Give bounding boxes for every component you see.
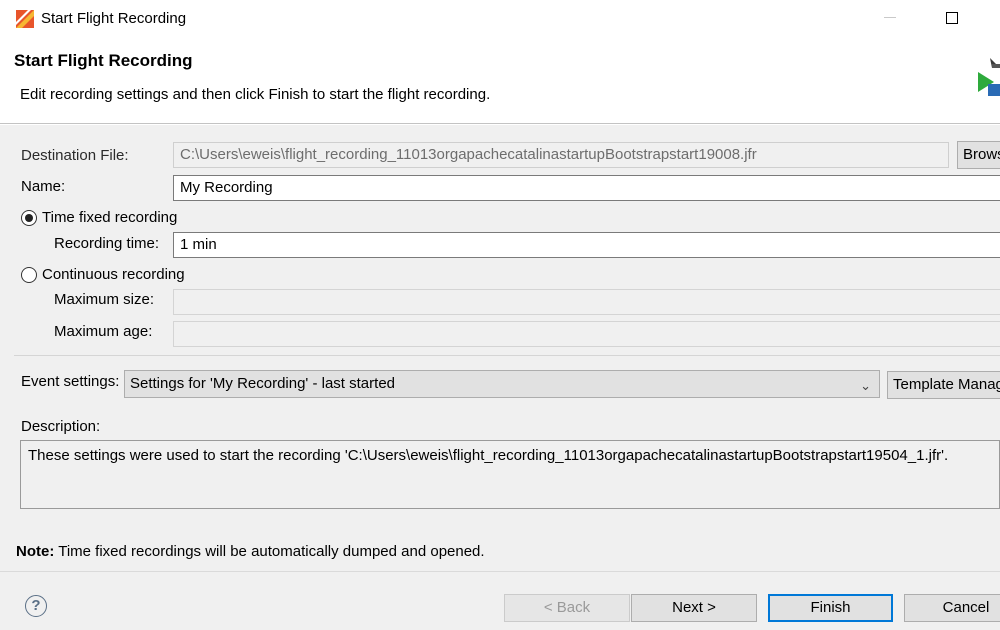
time-fixed-radio[interactable] bbox=[21, 210, 37, 226]
cancel-button[interactable]: Cancel bbox=[904, 594, 1000, 622]
chevron-down-icon: ⌄ bbox=[860, 378, 871, 393]
radio-selected-dot bbox=[25, 214, 33, 222]
event-settings-combo[interactable]: Settings for 'My Recording' - last start… bbox=[124, 370, 880, 398]
back-button[interactable]: < Back bbox=[504, 594, 630, 622]
destination-file-label: Destination File: bbox=[21, 147, 129, 164]
title-bar: Start Flight Recording bbox=[0, 0, 1000, 38]
help-icon[interactable]: ? bbox=[25, 595, 47, 617]
minimize-button[interactable] bbox=[884, 17, 896, 18]
next-button[interactable]: Next > bbox=[631, 594, 757, 622]
event-settings-value: Settings for 'My Recording' - last start… bbox=[130, 375, 395, 392]
note-text: Note: Time fixed recordings will be auto… bbox=[16, 543, 485, 560]
jmc-flame-icon bbox=[16, 10, 34, 28]
section-separator bbox=[14, 355, 1000, 356]
page-title: Start Flight Recording bbox=[14, 51, 193, 70]
wizard-header: Start Flight Recording Edit recording se… bbox=[0, 38, 1000, 124]
maximum-age-input bbox=[173, 321, 1000, 347]
time-fixed-label[interactable]: Time fixed recording bbox=[42, 209, 177, 226]
maximum-age-label: Maximum age: bbox=[54, 323, 153, 340]
template-manager-button[interactable]: Template Manager bbox=[887, 371, 1000, 399]
header-separator bbox=[0, 123, 1000, 124]
window-title: Start Flight Recording bbox=[41, 10, 187, 27]
maximize-button[interactable] bbox=[946, 12, 958, 24]
continuous-radio[interactable] bbox=[21, 267, 37, 283]
event-settings-label: Event settings: bbox=[21, 373, 120, 390]
destination-file-field: C:\Users\eweis\flight_recording_11013org… bbox=[173, 142, 949, 168]
note-message: Time fixed recordings will be automatica… bbox=[54, 543, 485, 560]
page-description: Edit recording settings and then click F… bbox=[20, 86, 491, 103]
finish-button[interactable]: Finish bbox=[768, 594, 893, 622]
description-text: These settings were used to start the re… bbox=[28, 447, 949, 464]
maximum-size-label: Maximum size: bbox=[54, 291, 155, 308]
name-label: Name: bbox=[21, 178, 66, 195]
recording-time-input[interactable]: 1 min bbox=[173, 232, 1000, 258]
name-input[interactable]: My Recording bbox=[173, 175, 1000, 201]
maximum-size-input bbox=[173, 289, 1000, 315]
browse-button[interactable]: Browse... bbox=[957, 141, 1000, 169]
description-label: Description: bbox=[21, 418, 101, 435]
wizard-recording-icon bbox=[978, 58, 1000, 96]
note-label: Note: bbox=[16, 543, 55, 560]
description-text-area: These settings were used to start the re… bbox=[20, 440, 1000, 509]
continuous-label[interactable]: Continuous recording bbox=[42, 266, 185, 283]
recording-time-label: Recording time: bbox=[54, 235, 160, 252]
